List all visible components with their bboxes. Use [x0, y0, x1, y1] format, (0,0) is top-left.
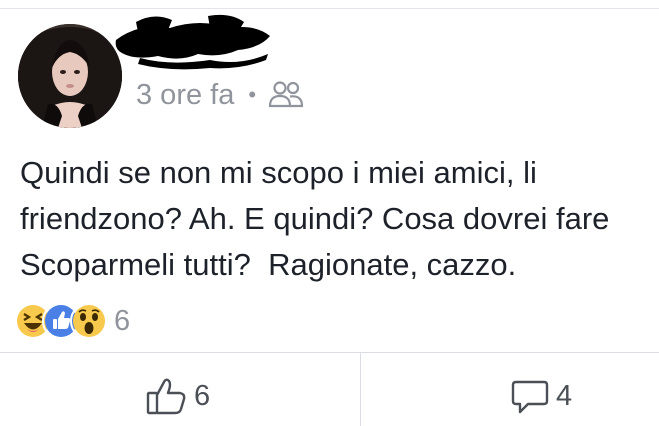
post-text: Quindi se non mi scopo i miei amici, li …: [20, 155, 619, 282]
action-separator: [360, 353, 361, 426]
comment-count: 4: [556, 379, 573, 412]
post-timestamp[interactable]: 3 ore fa: [136, 79, 234, 112]
meta-separator: •: [248, 82, 257, 107]
friends-icon[interactable]: [268, 78, 304, 112]
wow-icon: [70, 302, 108, 340]
actions-divider: [0, 352, 659, 353]
like-button[interactable]: 6: [146, 372, 210, 420]
top-divider: [0, 8, 659, 9]
reaction-count: 6: [114, 304, 131, 337]
like-count: 6: [194, 379, 211, 412]
comment-icon: [511, 380, 549, 414]
thumbs-up-icon: [146, 378, 186, 415]
reactions-summary[interactable]: 6: [14, 302, 131, 340]
redacted-author-name: [110, 10, 275, 75]
comment-button[interactable]: 4: [510, 372, 572, 420]
post-meta: 3 ore fa •: [136, 78, 304, 112]
avatar[interactable]: [18, 24, 122, 128]
